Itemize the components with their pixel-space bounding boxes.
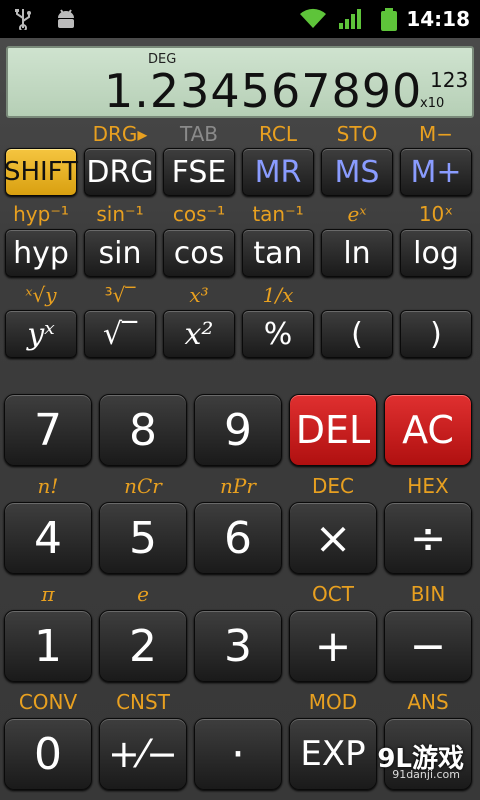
label-rcl: RCL bbox=[258, 122, 297, 146]
label-sto: STO bbox=[336, 122, 378, 146]
multiply-button[interactable]: × bbox=[289, 502, 377, 574]
sign-toggle-button[interactable]: +⁄− bbox=[99, 718, 187, 790]
digit-4-button[interactable]: 4 bbox=[4, 502, 92, 574]
hyp-button[interactable]: hyp bbox=[5, 229, 77, 277]
label-hyp-inverse: hyp⁻¹ bbox=[13, 202, 69, 226]
label-cnst: CNST bbox=[116, 690, 170, 714]
label-hex: HEX bbox=[407, 474, 449, 498]
open-paren-button[interactable]: ( bbox=[321, 310, 393, 358]
label-mod: MOD bbox=[308, 690, 358, 714]
digit-5-button[interactable]: 5 bbox=[99, 502, 187, 574]
divide-button[interactable]: ÷ bbox=[384, 502, 472, 574]
square-button[interactable]: x² bbox=[163, 310, 235, 358]
label-drg-arrow: DRG▸ bbox=[92, 122, 148, 146]
label-e-power-x: eˣ bbox=[347, 202, 367, 226]
label-tab: TAB bbox=[179, 122, 219, 146]
ln-button[interactable]: ln bbox=[321, 229, 393, 277]
add-button[interactable]: + bbox=[289, 610, 377, 682]
label-m-minus: M− bbox=[418, 122, 453, 146]
status-time: 14:18 bbox=[406, 7, 470, 31]
label-conv: CONV bbox=[18, 690, 78, 714]
digit-1-button[interactable]: 1 bbox=[4, 610, 92, 682]
digit-9-button[interactable]: 9 bbox=[194, 394, 282, 466]
drg-button[interactable]: DRG bbox=[84, 148, 156, 196]
label-x-cubed: x³ bbox=[189, 283, 209, 307]
memory-add-button[interactable]: M+ bbox=[400, 148, 472, 196]
digit-0-button[interactable]: 0 bbox=[4, 718, 92, 790]
watermark-logo: 9L游戏 91danji.com bbox=[364, 734, 474, 784]
label-cube-root: ³√‾ bbox=[104, 283, 136, 307]
decimal-point-button[interactable]: · bbox=[194, 718, 282, 790]
calculator-display: DEG 1.234567890 123 x10 bbox=[6, 46, 474, 118]
power-button[interactable]: yˣ bbox=[5, 310, 77, 358]
label-bin: BIN bbox=[410, 582, 446, 606]
label-sin-inverse: sin⁻¹ bbox=[96, 202, 144, 226]
digit-8-button[interactable]: 8 bbox=[99, 394, 187, 466]
sin-button[interactable]: sin bbox=[84, 229, 156, 277]
label-cos-inverse: cos⁻¹ bbox=[172, 202, 226, 226]
display-x10: x10 bbox=[420, 96, 445, 111]
label-ten-power-x: 10ˣ bbox=[418, 202, 454, 226]
fse-button[interactable]: FSE bbox=[163, 148, 235, 196]
digit-6-button[interactable]: 6 bbox=[194, 502, 282, 574]
digit-7-button[interactable]: 7 bbox=[4, 394, 92, 466]
label-pi: π bbox=[41, 582, 55, 606]
watermark-url: 91danji.com bbox=[392, 768, 460, 781]
percent-button[interactable]: % bbox=[242, 310, 314, 358]
log-button[interactable]: log bbox=[400, 229, 472, 277]
label-ncr: nCr bbox=[124, 474, 162, 498]
battery-icon bbox=[380, 8, 398, 36]
label-dec: DEC bbox=[311, 474, 354, 498]
usb-icon bbox=[14, 8, 32, 34]
label-euler-e: e bbox=[137, 582, 149, 606]
all-clear-button[interactable]: AC bbox=[384, 394, 472, 466]
signal-icon bbox=[338, 8, 364, 34]
digit-2-button[interactable]: 2 bbox=[99, 610, 187, 682]
tan-button[interactable]: tan bbox=[242, 229, 314, 277]
label-x-root-y: ˣ√y bbox=[25, 283, 57, 307]
label-npr: nPr bbox=[220, 474, 256, 498]
memory-store-button[interactable]: MS bbox=[321, 148, 393, 196]
display-exponent: 123 bbox=[430, 68, 469, 92]
android-debug-icon bbox=[54, 8, 78, 34]
calculator-body: DEG 1.234567890 123 x10 DRG▸ TAB RCL STO… bbox=[0, 38, 480, 800]
label-oct: OCT bbox=[312, 582, 354, 606]
label-reciprocal: 1/x bbox=[262, 283, 294, 307]
cos-button[interactable]: cos bbox=[163, 229, 235, 277]
digit-3-button[interactable]: 3 bbox=[194, 610, 282, 682]
label-ans: ANS bbox=[407, 690, 449, 714]
shift-button[interactable]: SHIFT bbox=[4, 148, 78, 196]
label-factorial: n! bbox=[37, 474, 59, 498]
delete-button[interactable]: DEL bbox=[289, 394, 377, 466]
status-bar: 14:18 bbox=[0, 0, 480, 38]
display-value: 1.234567890 bbox=[104, 64, 423, 118]
subtract-button[interactable]: − bbox=[384, 610, 472, 682]
close-paren-button[interactable]: ) bbox=[400, 310, 472, 358]
label-tan-inverse: tan⁻¹ bbox=[252, 202, 304, 226]
wifi-icon bbox=[298, 8, 328, 34]
memory-recall-button[interactable]: MR bbox=[242, 148, 314, 196]
sqrt-button[interactable]: √‾ bbox=[84, 310, 156, 358]
